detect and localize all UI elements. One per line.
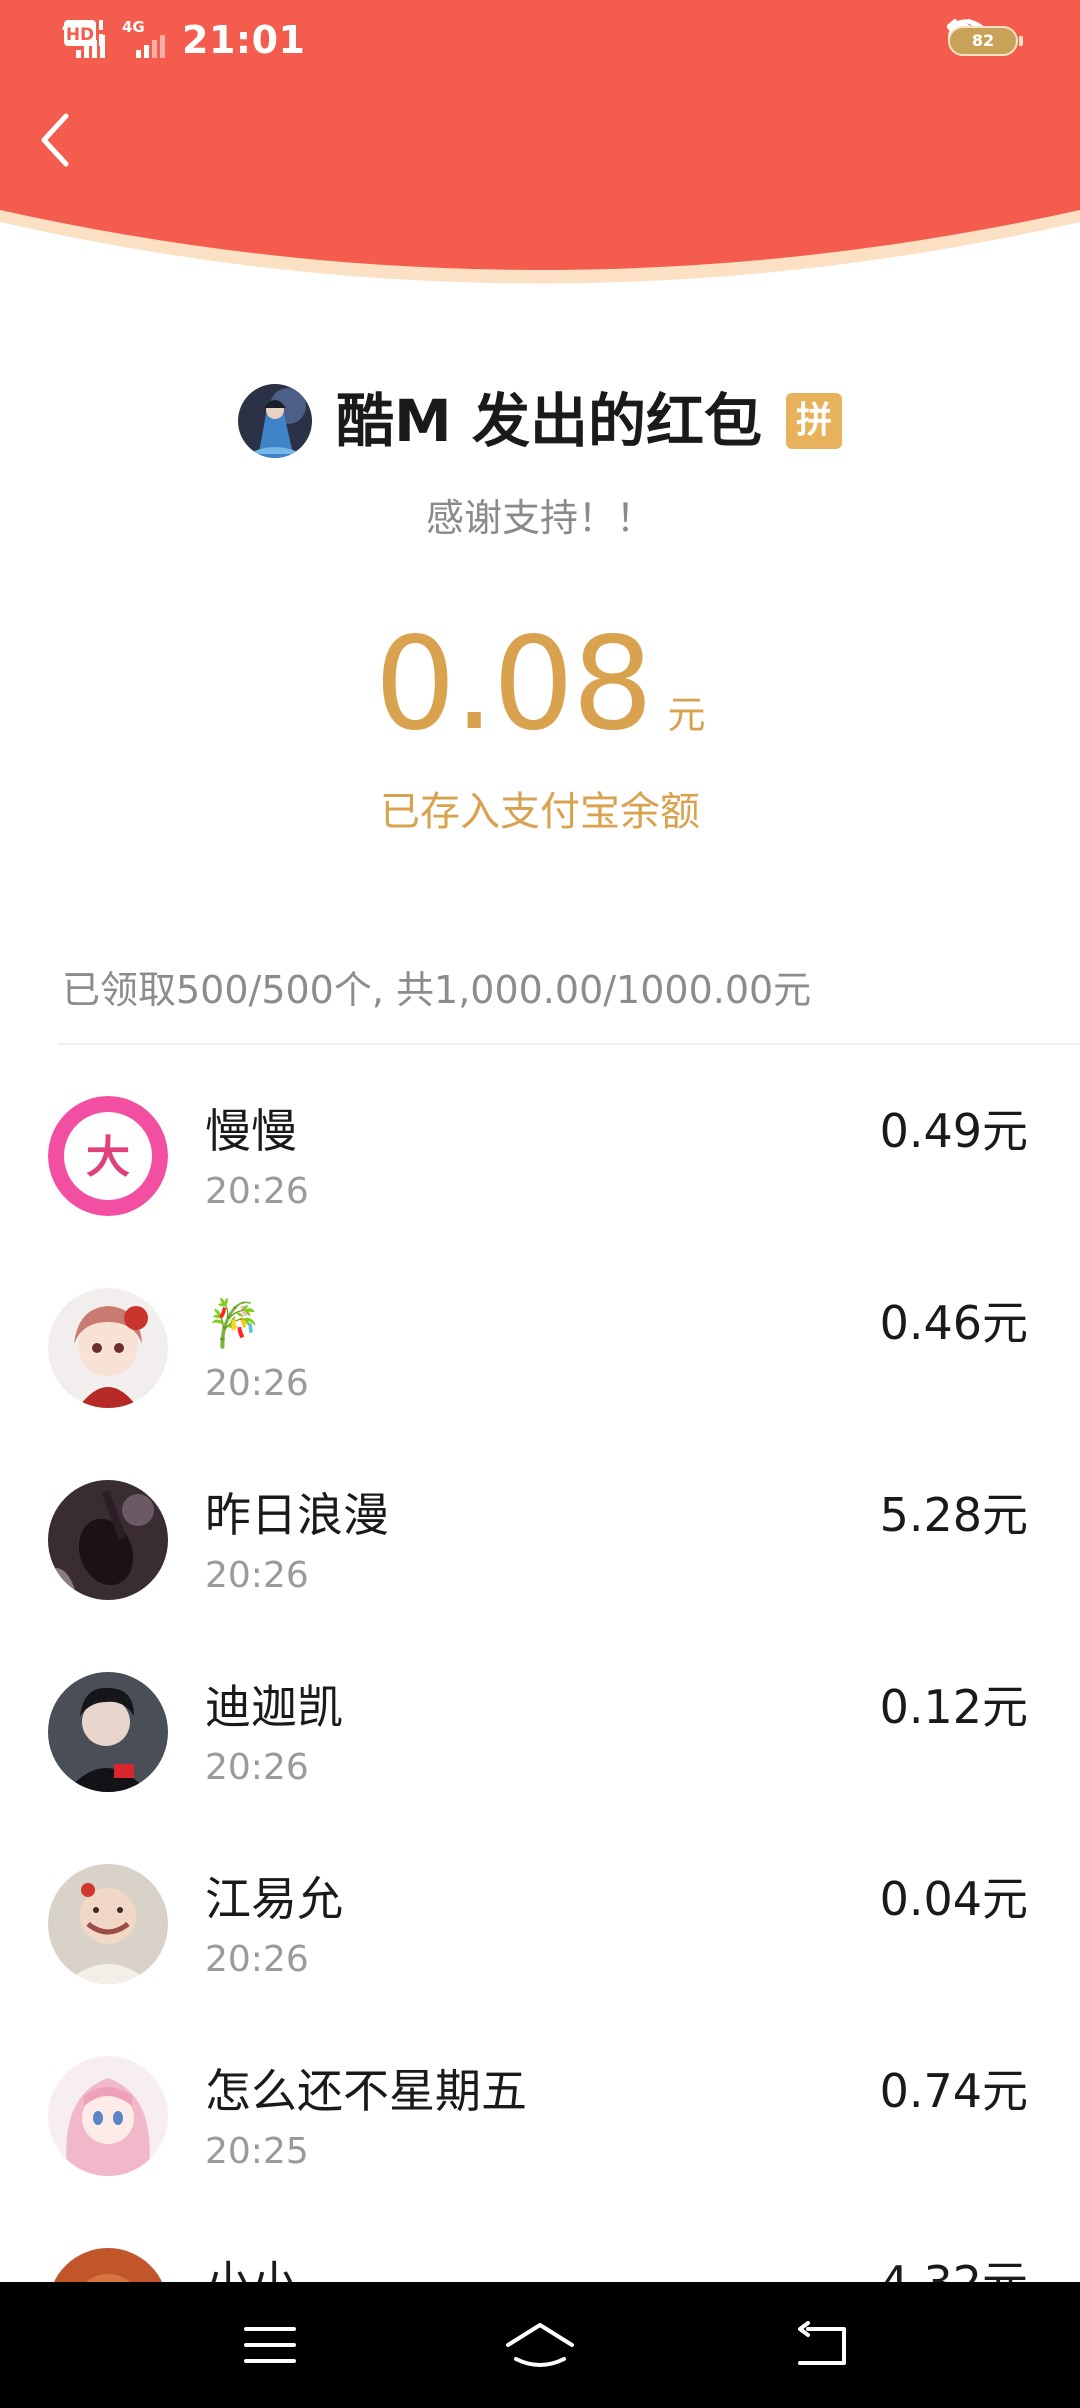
avatar-badge-text: 大 bbox=[86, 1132, 130, 1183]
status-left: 4G 4G HD 21:01 bbox=[62, 14, 305, 66]
packet-greeting: 感谢支持！！ bbox=[425, 496, 654, 540]
amount-unit: 元 bbox=[667, 693, 706, 737]
record-time: 20:26 bbox=[205, 1363, 309, 1404]
back-nav-button[interactable] bbox=[762, 2300, 882, 2390]
record-amount: 0.46元 bbox=[879, 1296, 1028, 1350]
avatar bbox=[48, 1672, 168, 1792]
status-bar: 4G 4G HD 21:01 bbox=[0, 0, 1080, 82]
network-type-2: 4G bbox=[122, 18, 145, 36]
menu-button[interactable] bbox=[210, 2300, 330, 2390]
sender-avatar[interactable] bbox=[238, 384, 313, 458]
record-name: 迪迦凯 bbox=[205, 1680, 343, 1734]
avatar bbox=[48, 1864, 168, 1984]
record-time: 20:26 bbox=[205, 1747, 309, 1788]
red-packet-detail-screen: 4G 4G HD 21:01 bbox=[0, 0, 1080, 2408]
record-name: 慢慢 bbox=[205, 1104, 297, 1158]
battery-icon: 82 bbox=[948, 26, 1023, 56]
avatar bbox=[48, 1288, 168, 1408]
status-right: 82 bbox=[930, 18, 1023, 64]
record-name: 怎么还不星期五 bbox=[205, 2064, 527, 2118]
chevron-left-icon bbox=[41, 113, 69, 167]
menu-icon bbox=[244, 2327, 296, 2363]
back-button[interactable] bbox=[36, 110, 96, 190]
status-time: 21:01 bbox=[182, 18, 306, 62]
record-time: 20:26 bbox=[205, 1939, 309, 1980]
svg-text:HD: HD bbox=[66, 25, 94, 45]
record-amount: 0.49元 bbox=[879, 1104, 1028, 1158]
packet-title: 酷M 发出的红包 bbox=[336, 387, 762, 455]
record-name: 昨日浪漫 bbox=[205, 1488, 389, 1542]
divider bbox=[58, 1043, 1080, 1045]
record-name: 江易允 bbox=[205, 1872, 343, 1926]
claim-summary: 已领取500/500个, 共1,000.00/1000.00元 bbox=[62, 968, 812, 1012]
record-amount: 5.28元 bbox=[879, 1488, 1028, 1542]
record-time: 20:25 bbox=[205, 2131, 309, 2172]
list-item[interactable]: 江易允 20:26 0.04元 bbox=[0, 1826, 1080, 2018]
record-time: 20:26 bbox=[205, 1171, 309, 1212]
group-packet-badge: 拼 bbox=[785, 393, 842, 449]
list-item[interactable]: 昨日浪漫 20:26 5.28元 bbox=[0, 1442, 1080, 1634]
list-item[interactable]: 🎋 20:26 0.46元 bbox=[0, 1250, 1080, 1442]
deposit-balance-link[interactable]: 已存入支付宝余额 bbox=[0, 782, 1080, 842]
amount-value: 0.08 bbox=[374, 610, 653, 759]
home-icon bbox=[506, 2323, 574, 2367]
avatar bbox=[48, 1480, 168, 1600]
claim-records-list: 大 慢慢 20:26 0.49元 🎋 20:26 0.46元 昨日浪漫 20:2… bbox=[0, 1058, 1080, 2402]
system-nav-bar bbox=[0, 2282, 1080, 2408]
record-amount: 0.04元 bbox=[879, 1872, 1028, 1926]
avatar: 大 bbox=[48, 1096, 168, 1216]
received-amount: 0.08 元 bbox=[0, 610, 1080, 760]
signal-2-icon: 4G bbox=[122, 20, 170, 60]
title-row: 酷M 发出的红包 拼 bbox=[0, 380, 1080, 462]
record-name: 🎋 bbox=[205, 1296, 263, 1350]
header-banner: 4G 4G HD 21:01 bbox=[0, 0, 1080, 312]
list-item[interactable]: 迪迦凯 20:26 0.12元 bbox=[0, 1634, 1080, 1826]
record-amount: 0.74元 bbox=[879, 2064, 1028, 2118]
record-time: 20:26 bbox=[205, 1555, 309, 1596]
hd-voice-icon: HD bbox=[64, 20, 103, 46]
avatar bbox=[48, 2056, 168, 2176]
list-item[interactable]: 怎么还不星期五 20:25 0.74元 bbox=[0, 2018, 1080, 2210]
record-amount: 0.12元 bbox=[879, 1680, 1028, 1734]
back-arrow-icon bbox=[798, 2321, 846, 2365]
home-button[interactable] bbox=[480, 2300, 600, 2390]
list-item[interactable]: 大 慢慢 20:26 0.49元 bbox=[0, 1058, 1080, 1250]
